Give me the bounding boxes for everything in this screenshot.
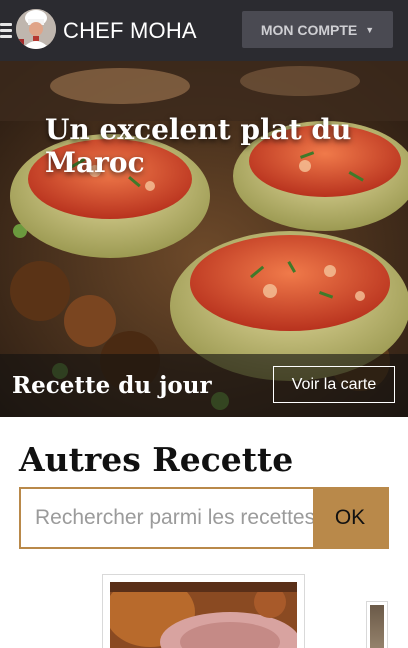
account-label: MON COMPTE [260, 21, 358, 38]
hero-title: Un excelent plat du Maroc [45, 113, 352, 179]
menu-icon[interactable] [0, 23, 12, 39]
section-title: Autres Recette [19, 440, 294, 479]
chef-avatar[interactable] [16, 9, 56, 49]
top-navbar: CHEF MOHA MON COMPTE ▼ [0, 0, 408, 61]
recipe-card-next[interactable] [366, 601, 388, 648]
view-map-button[interactable]: Voir la carte [273, 366, 395, 403]
search-form: OK [19, 487, 389, 549]
recipe-of-day-label: Recette du jour [12, 372, 212, 399]
hero-caption-bar: Recette du jour Voir la carte [0, 354, 408, 417]
recipe-card[interactable] [102, 574, 305, 648]
hero-banner: Un excelent plat du Maroc Recette du jou… [0, 61, 408, 417]
caret-down-icon: ▼ [365, 24, 375, 35]
recipe-card-image [110, 582, 297, 648]
search-submit-button[interactable]: OK [313, 489, 387, 547]
account-dropdown-button[interactable]: MON COMPTE ▼ [242, 11, 393, 48]
brand-name[interactable]: CHEF MOHA [63, 18, 197, 44]
search-input[interactable] [21, 489, 313, 547]
